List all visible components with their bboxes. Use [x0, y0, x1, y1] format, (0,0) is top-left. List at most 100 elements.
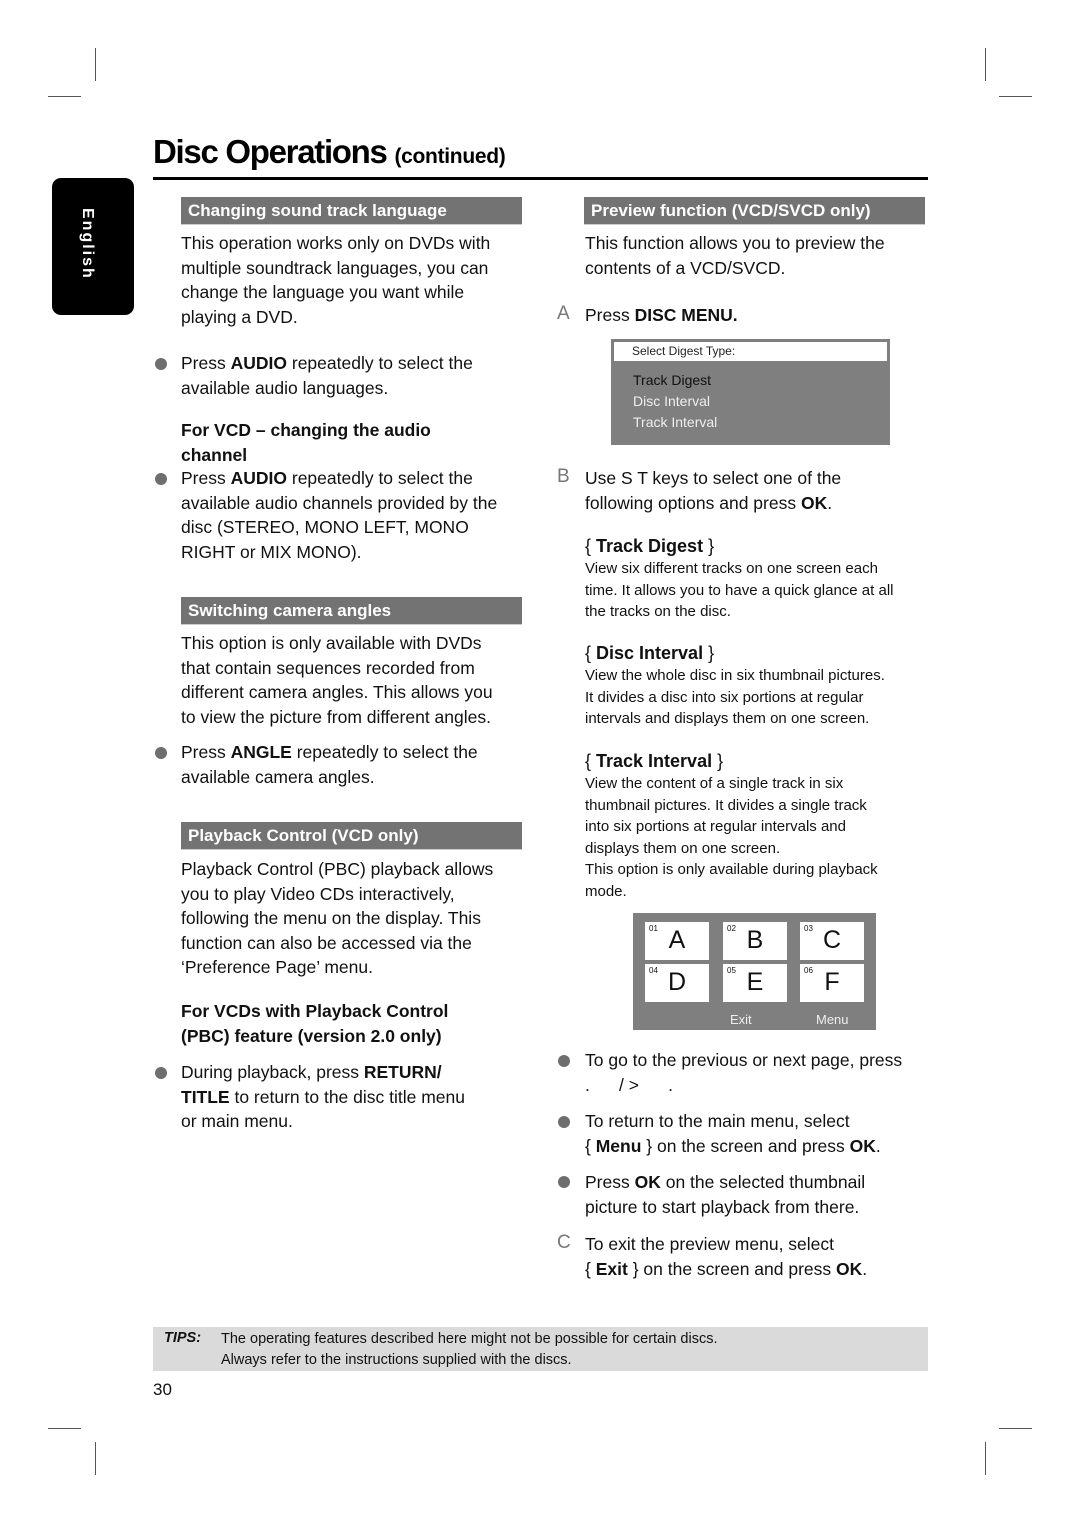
option-heading-track-interval: { Track Interval }: [585, 751, 724, 771]
text: {: [585, 1258, 596, 1279]
key-name: DISC MENU.: [634, 305, 738, 325]
text-line: disc (STEREO, MONO LEFT, MONO: [181, 517, 469, 537]
option-name: Disc Interval: [596, 643, 704, 663]
bullet-icon: [155, 358, 167, 370]
language-tab: English: [52, 178, 134, 315]
bullet-icon: [558, 1116, 570, 1128]
key-name: Exit: [595, 1258, 628, 1279]
key-name: OK: [634, 1172, 661, 1192]
crop-mark: [48, 1428, 81, 1429]
thumbnail-letter: B: [746, 926, 764, 954]
page-title-main: Disc Operations: [153, 133, 388, 170]
text-line: (PBC) feature (version 2.0 only): [181, 1025, 442, 1046]
text: During playback, press: [181, 1062, 364, 1082]
step-a-instruction: Press DISC MENU.: [585, 303, 738, 328]
digest-option-track-digest[interactable]: Track Digest: [633, 372, 711, 388]
page-title: Disc Operations (continued): [153, 133, 506, 171]
text: Press: [181, 468, 231, 488]
step-c-instruction: To exit the preview menu, select { Exit …: [585, 1232, 867, 1281]
thumbnail[interactable]: 02 B: [723, 922, 787, 960]
text-line: The operating features described here mi…: [221, 1331, 718, 1347]
text: to return to the disc title menu: [229, 1086, 466, 1107]
section-heading-preview-function: Preview function (VCD/SVCD only): [584, 197, 925, 225]
audio-channel-instruction: Press AUDIO repeatedly to select the ava…: [181, 466, 497, 564]
thumbnail[interactable]: 05 E: [723, 964, 787, 1002]
text-line: For VCD – changing the audio: [181, 420, 431, 440]
text-line: the tracks on the disc.: [585, 603, 731, 620]
section-heading-sound-track: Changing sound track language: [181, 197, 522, 225]
thumbnail[interactable]: 04 D: [645, 964, 709, 1002]
key-name: Menu: [595, 1135, 642, 1156]
text: .: [875, 1135, 881, 1156]
crop-mark: [95, 1442, 96, 1475]
text-line: picture to start playback from there.: [585, 1196, 860, 1217]
step-b-instruction: Use S T keys to select one of the follow…: [585, 466, 841, 515]
key-name: AUDIO: [230, 353, 287, 373]
page-number: 30: [153, 1380, 172, 1399]
text-line: This function allows you to preview the: [585, 233, 885, 253]
text: Press: [181, 353, 231, 373]
tips-label: TIPS:: [164, 1330, 202, 1346]
text-line: This option is only available with DVDs: [181, 633, 482, 653]
crop-mark: [985, 1442, 986, 1475]
text-line: It divides a disc into six portions at r…: [585, 688, 864, 706]
text-line: ‘Preference Page’ menu.: [181, 957, 373, 977]
digest-type-menu: Select Digest Type: Track Digest Disc In…: [611, 339, 890, 445]
text-line: thumbnail pictures. It divides a single …: [585, 796, 867, 814]
text-line: available camera angles.: [181, 766, 375, 787]
playback-control-intro: Playback Control (PBC) playback allows y…: [181, 857, 493, 980]
text: } on the screen and press: [627, 1258, 837, 1279]
text-line: To exit the preview menu, select: [585, 1234, 835, 1254]
thumbnail-letter: C: [822, 926, 842, 954]
option-desc-track-interval: View the content of a single track in si…: [585, 773, 878, 902]
pbc-version-heading: For VCDs with Playback Control (PBC) fea…: [181, 999, 448, 1048]
text-line: View the whole disc in six thumbnail pic…: [585, 667, 885, 684]
text: on the selected thumbnail: [660, 1172, 866, 1192]
angle-instruction: Press ANGLE repeatedly to select the ava…: [181, 740, 478, 789]
text-line: To return to the main menu, select: [585, 1111, 850, 1131]
text: Press: [585, 1172, 635, 1192]
thumbnail[interactable]: 06 F: [800, 964, 864, 1002]
tips-box: TIPS: The operating features described h…: [153, 1327, 928, 1371]
text-line: function can also be accessed via the: [181, 932, 472, 953]
key-name: OK: [800, 492, 828, 513]
digest-option-track-interval[interactable]: Track Interval: [633, 414, 717, 430]
text-line: Playback Control (PBC) playback allows: [181, 859, 494, 879]
option-desc-track-digest: View six different tracks on one screen …: [585, 558, 894, 623]
text-line: you to play Video CDs interactively,: [181, 883, 455, 904]
preview-intro: This function allows you to preview the …: [585, 231, 885, 280]
return-title-instruction: During playback, press RETURN/ TITLE to …: [181, 1060, 465, 1134]
bullet-icon: [155, 1067, 167, 1079]
text-line: mode.: [585, 882, 627, 900]
option-desc-disc-interval: View the whole disc in six thumbnail pic…: [585, 665, 885, 730]
thumbnail[interactable]: 01 A: [645, 922, 709, 960]
thumbnail-letter: D: [667, 968, 687, 996]
step-marker-a: A: [557, 303, 570, 324]
text: following options and press: [585, 492, 801, 513]
option-name: Track Digest: [596, 536, 704, 556]
ok-playback-instruction: Press OK on the selected thumbnail pictu…: [585, 1170, 865, 1219]
key-name: OK: [849, 1135, 876, 1156]
crop-mark: [95, 48, 96, 81]
text-line: into six portions at regular intervals a…: [585, 818, 846, 835]
digest-menu-title: Select Digest Type:: [614, 342, 887, 361]
key-name: AUDIO: [230, 468, 287, 488]
page-title-suffix: (continued): [394, 145, 506, 168]
text-line: available audio channels provided by the: [181, 492, 498, 513]
bullet-icon: [155, 473, 167, 485]
key-name: TITLE: [181, 1086, 230, 1107]
text-line: This option is only available during pla…: [585, 861, 878, 878]
text: Press: [181, 742, 231, 762]
text-line: multiple soundtrack languages, you can: [181, 257, 489, 278]
step-marker-c: C: [557, 1232, 571, 1253]
menu-button[interactable]: Menu: [816, 1012, 849, 1027]
bullet-icon: [155, 747, 167, 759]
text-line: channel: [181, 444, 248, 465]
text: {: [585, 1135, 596, 1156]
thumbnail[interactable]: 03 C: [800, 922, 864, 960]
text-line: or main menu.: [181, 1111, 293, 1131]
exit-button[interactable]: Exit: [730, 1012, 752, 1027]
text-line: View the content of a single track in si…: [585, 775, 844, 792]
digest-option-disc-interval[interactable]: Disc Interval: [633, 393, 710, 409]
crop-mark: [999, 1428, 1032, 1429]
